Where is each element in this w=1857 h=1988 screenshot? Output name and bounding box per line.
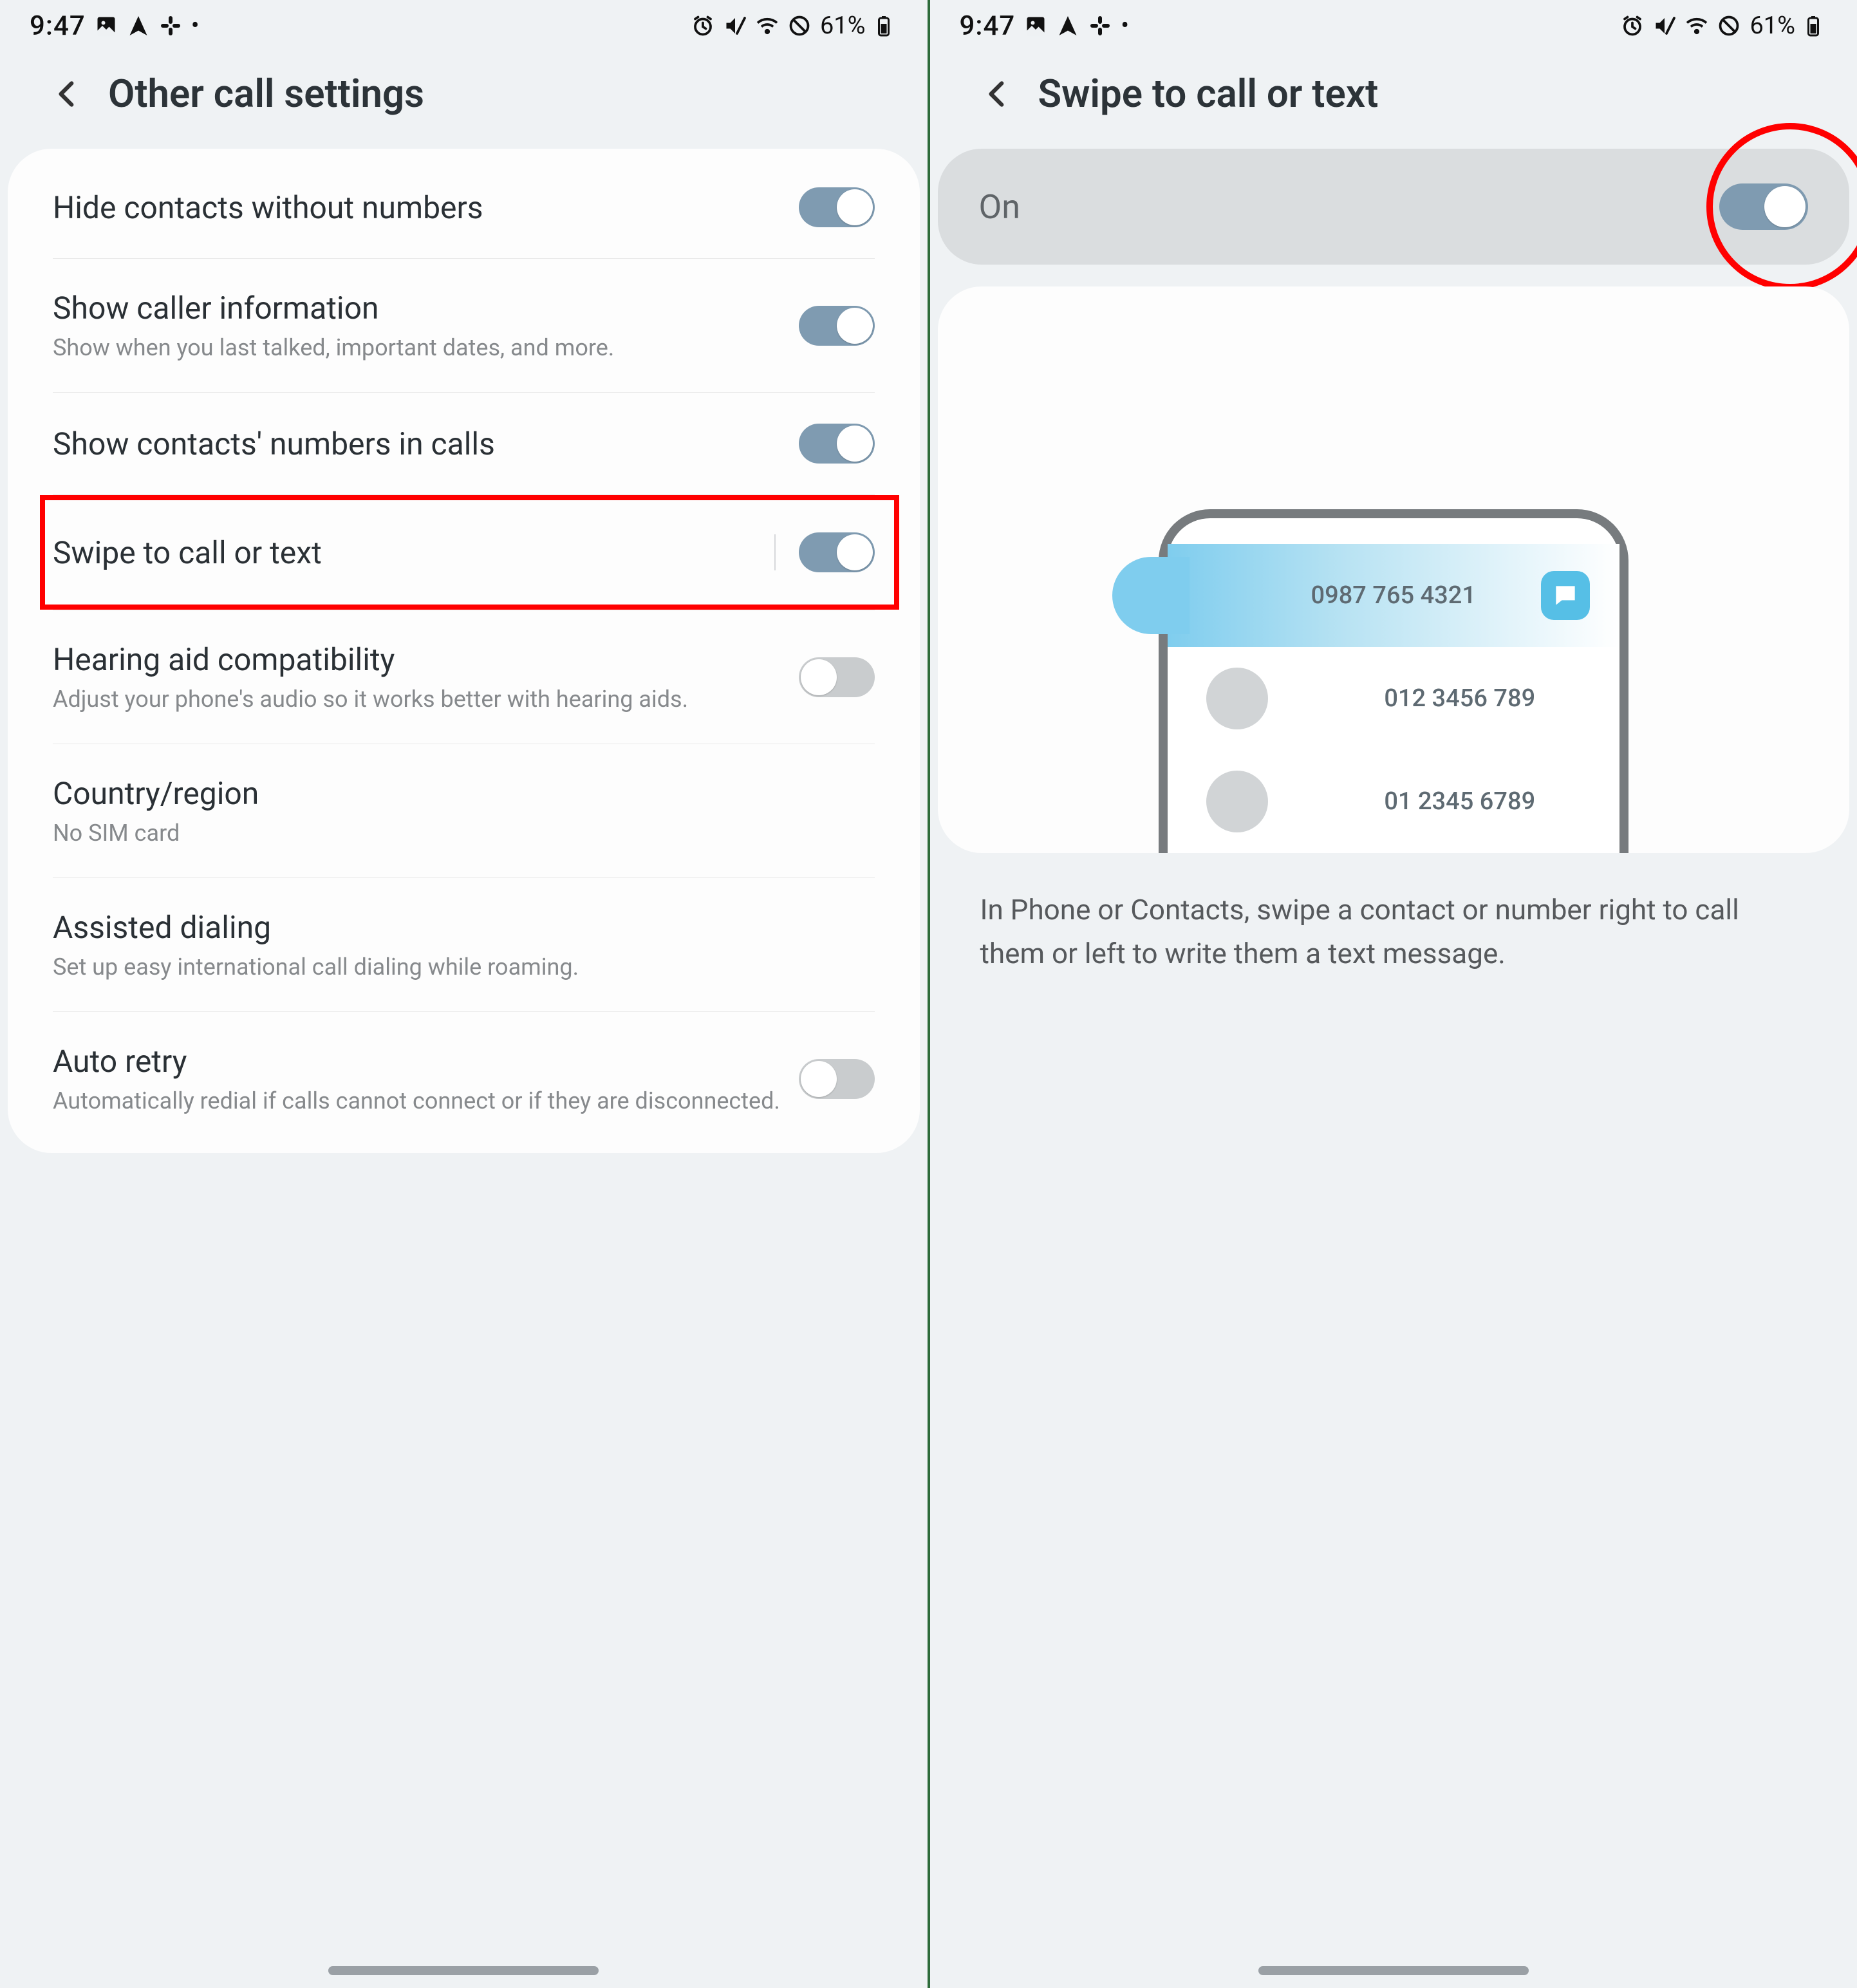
swipe-indicator bbox=[1112, 557, 1190, 634]
page-title: Other call settings bbox=[108, 71, 424, 117]
status-time: 9:47 bbox=[960, 10, 1016, 42]
toggle-hide-contacts[interactable] bbox=[799, 187, 875, 227]
master-toggle-container[interactable]: On bbox=[938, 149, 1850, 265]
master-toggle[interactable] bbox=[1719, 183, 1808, 230]
master-toggle-row: On bbox=[930, 149, 1857, 265]
toggle-hearing-aid[interactable] bbox=[799, 657, 875, 697]
row-auto-retry[interactable]: Auto retry Automatically redial if calls… bbox=[8, 1012, 920, 1145]
row-title: Country/region bbox=[53, 775, 875, 812]
preview-card: 0987 765 4321 012 3456 789 01 2345 6789 bbox=[938, 286, 1850, 853]
mock-row-swiped: 0987 765 4321 bbox=[1168, 544, 1619, 647]
separator-vertical bbox=[774, 534, 776, 570]
wifi-icon bbox=[1685, 14, 1708, 37]
more-dot-icon: • bbox=[191, 14, 200, 38]
header: Swipe to call or text bbox=[930, 52, 1857, 149]
toggle-caller-info[interactable] bbox=[799, 306, 875, 346]
row-sub: Show when you last talked, important dat… bbox=[53, 334, 799, 361]
nav-bar-pill[interactable] bbox=[328, 1966, 599, 1975]
row-hide-contacts[interactable]: Hide contacts without numbers bbox=[8, 156, 920, 258]
back-button[interactable] bbox=[982, 78, 1014, 110]
row-title: Hearing aid compatibility bbox=[53, 641, 799, 678]
status-bar: 9:47 • 61% bbox=[0, 0, 928, 52]
screen-other-call-settings: 9:47 • 61% Other call settings Hide cont… bbox=[0, 0, 928, 1988]
alarm-icon bbox=[691, 14, 714, 37]
slack-icon bbox=[1088, 14, 1112, 37]
row-title: Hide contacts without numbers bbox=[53, 189, 799, 226]
battery-icon bbox=[872, 14, 895, 37]
row-show-numbers[interactable]: Show contacts' numbers in calls bbox=[8, 393, 920, 494]
row-title: Assisted dialing bbox=[53, 909, 875, 946]
toggle-auto-retry[interactable] bbox=[799, 1059, 875, 1099]
nav-bar-pill[interactable] bbox=[1258, 1966, 1529, 1975]
mock-number: 0987 765 4321 bbox=[1311, 581, 1476, 610]
row-country-region[interactable]: Country/region No SIM card bbox=[8, 744, 920, 877]
send-icon bbox=[127, 14, 150, 37]
phone-mockup: 0987 765 4321 012 3456 789 01 2345 6789 bbox=[1159, 509, 1628, 853]
row-sub: Adjust your phone's audio so it works be… bbox=[53, 686, 799, 713]
row-sub: Set up easy international call dialing w… bbox=[53, 953, 875, 980]
row-title: Show contacts' numbers in calls bbox=[53, 426, 799, 462]
mock-row: 01 2345 6789 bbox=[1168, 750, 1619, 853]
slack-icon bbox=[159, 14, 182, 37]
description-text: In Phone or Contacts, swipe a contact or… bbox=[930, 853, 1857, 975]
mock-row: 012 3456 789 bbox=[1168, 647, 1619, 750]
row-swipe-call-text[interactable]: Swipe to call or text bbox=[8, 495, 920, 610]
screen-swipe-to-call: 9:47 • 61% Swipe to call or text On bbox=[930, 0, 1857, 1988]
gallery-icon bbox=[95, 14, 118, 37]
row-caller-info[interactable]: Show caller information Show when you la… bbox=[8, 259, 920, 392]
header: Other call settings bbox=[0, 52, 928, 149]
alarm-icon bbox=[1621, 14, 1644, 37]
toggle-show-numbers[interactable] bbox=[799, 424, 875, 464]
row-sub: No SIM card bbox=[53, 820, 875, 847]
send-icon bbox=[1056, 14, 1079, 37]
settings-list: Hide contacts without numbers Show calle… bbox=[8, 149, 920, 1153]
avatar-icon bbox=[1206, 771, 1268, 832]
mute-icon bbox=[1653, 14, 1676, 37]
status-bar: 9:47 • 61% bbox=[930, 0, 1857, 52]
back-button[interactable] bbox=[51, 78, 84, 110]
toggle-swipe-call-text[interactable] bbox=[799, 532, 875, 572]
mock-number: 01 2345 6789 bbox=[1326, 787, 1594, 816]
mute-icon bbox=[723, 14, 747, 37]
battery-icon bbox=[1802, 14, 1825, 37]
avatar-icon bbox=[1206, 668, 1268, 729]
row-title: Auto retry bbox=[53, 1043, 799, 1080]
row-sub: Automatically redial if calls cannot con… bbox=[53, 1087, 799, 1114]
master-toggle-label: On bbox=[979, 187, 1720, 227]
status-time: 9:47 bbox=[30, 10, 86, 42]
message-icon bbox=[1541, 571, 1590, 620]
gallery-icon bbox=[1024, 14, 1047, 37]
more-dot-icon: • bbox=[1121, 14, 1129, 38]
no-sim-icon bbox=[1717, 14, 1740, 37]
page-title: Swipe to call or text bbox=[1038, 71, 1379, 117]
row-title: Show caller information bbox=[53, 290, 799, 326]
battery-percent: 61% bbox=[820, 12, 866, 40]
row-assisted-dialing[interactable]: Assisted dialing Set up easy internation… bbox=[8, 878, 920, 1011]
battery-percent: 61% bbox=[1750, 12, 1795, 40]
no-sim-icon bbox=[788, 14, 811, 37]
row-title: Swipe to call or text bbox=[53, 534, 774, 571]
mock-number: 012 3456 789 bbox=[1326, 684, 1594, 713]
row-hearing-aid[interactable]: Hearing aid compatibility Adjust your ph… bbox=[8, 610, 920, 744]
wifi-icon bbox=[756, 14, 779, 37]
